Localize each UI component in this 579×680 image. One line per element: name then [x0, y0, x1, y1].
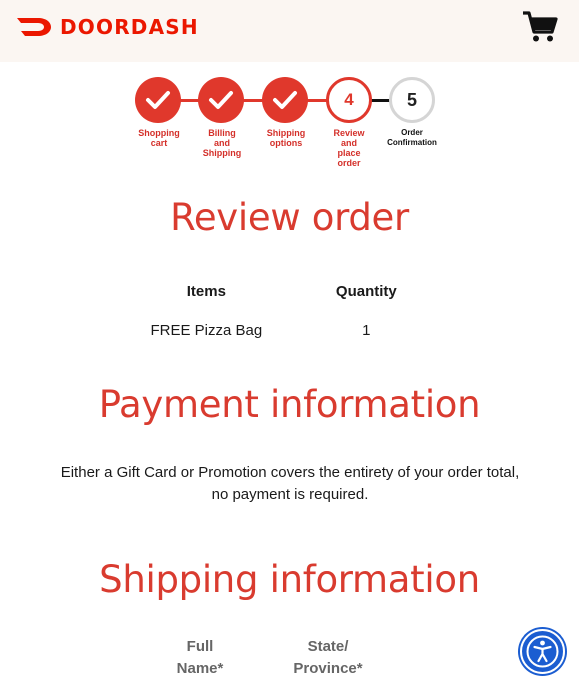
logo-text: DOORDASH: [60, 15, 199, 39]
table-row: FREE Pizza Bag 1: [138, 322, 458, 339]
site-header: DOORDASH: [0, 0, 579, 62]
payment-message: Either a Gift Card or Promotion covers t…: [60, 464, 520, 503]
doordash-logo[interactable]: DOORDASH: [16, 15, 199, 39]
step-5-label: Order Confirmation: [387, 128, 437, 147]
table-header: Items Quantity: [138, 283, 458, 300]
step-5-circle: 5: [389, 77, 435, 123]
step-1-label: Shopping cart: [138, 128, 180, 148]
cart-button[interactable]: [522, 10, 558, 44]
review-order-title: Review order: [170, 196, 409, 239]
shopping-cart-icon: [523, 11, 558, 42]
checkout-progress: 4 5 Shopping cart Billing and Shipping Ship…: [0, 76, 579, 176]
items-column-header: Items: [186, 283, 226, 300]
checkmark-icon: [146, 91, 170, 109]
step-4-circle: 4: [326, 77, 372, 123]
shipping-information-title: Shipping information: [99, 558, 480, 601]
state-province-column-header: State/Province*: [293, 638, 363, 677]
step-2-label: Billing and Shipping: [202, 128, 242, 158]
checkmark-icon: [273, 91, 297, 109]
accessibility-icon: [526, 635, 559, 668]
step-4-label: Review and place order: [333, 128, 365, 168]
step-1-circle: [135, 77, 181, 123]
order-items-table: Items Quantity FREE Pizza Bag 1: [138, 283, 458, 339]
item-name: FREE Pizza Bag: [150, 322, 263, 339]
step-2-circle: [198, 77, 244, 123]
step-3-label: Shipping options: [266, 128, 306, 148]
accessibility-button[interactable]: [520, 629, 565, 674]
payment-information-title: Payment information: [98, 383, 481, 426]
doordash-logo-icon: [17, 18, 51, 36]
checkmark-icon: [209, 91, 233, 109]
step-3-circle: [262, 77, 308, 123]
quantity-column-header: Quantity: [335, 283, 397, 300]
item-quantity: 1: [362, 322, 371, 339]
full-name-column-header: Full Name*: [176, 638, 224, 677]
